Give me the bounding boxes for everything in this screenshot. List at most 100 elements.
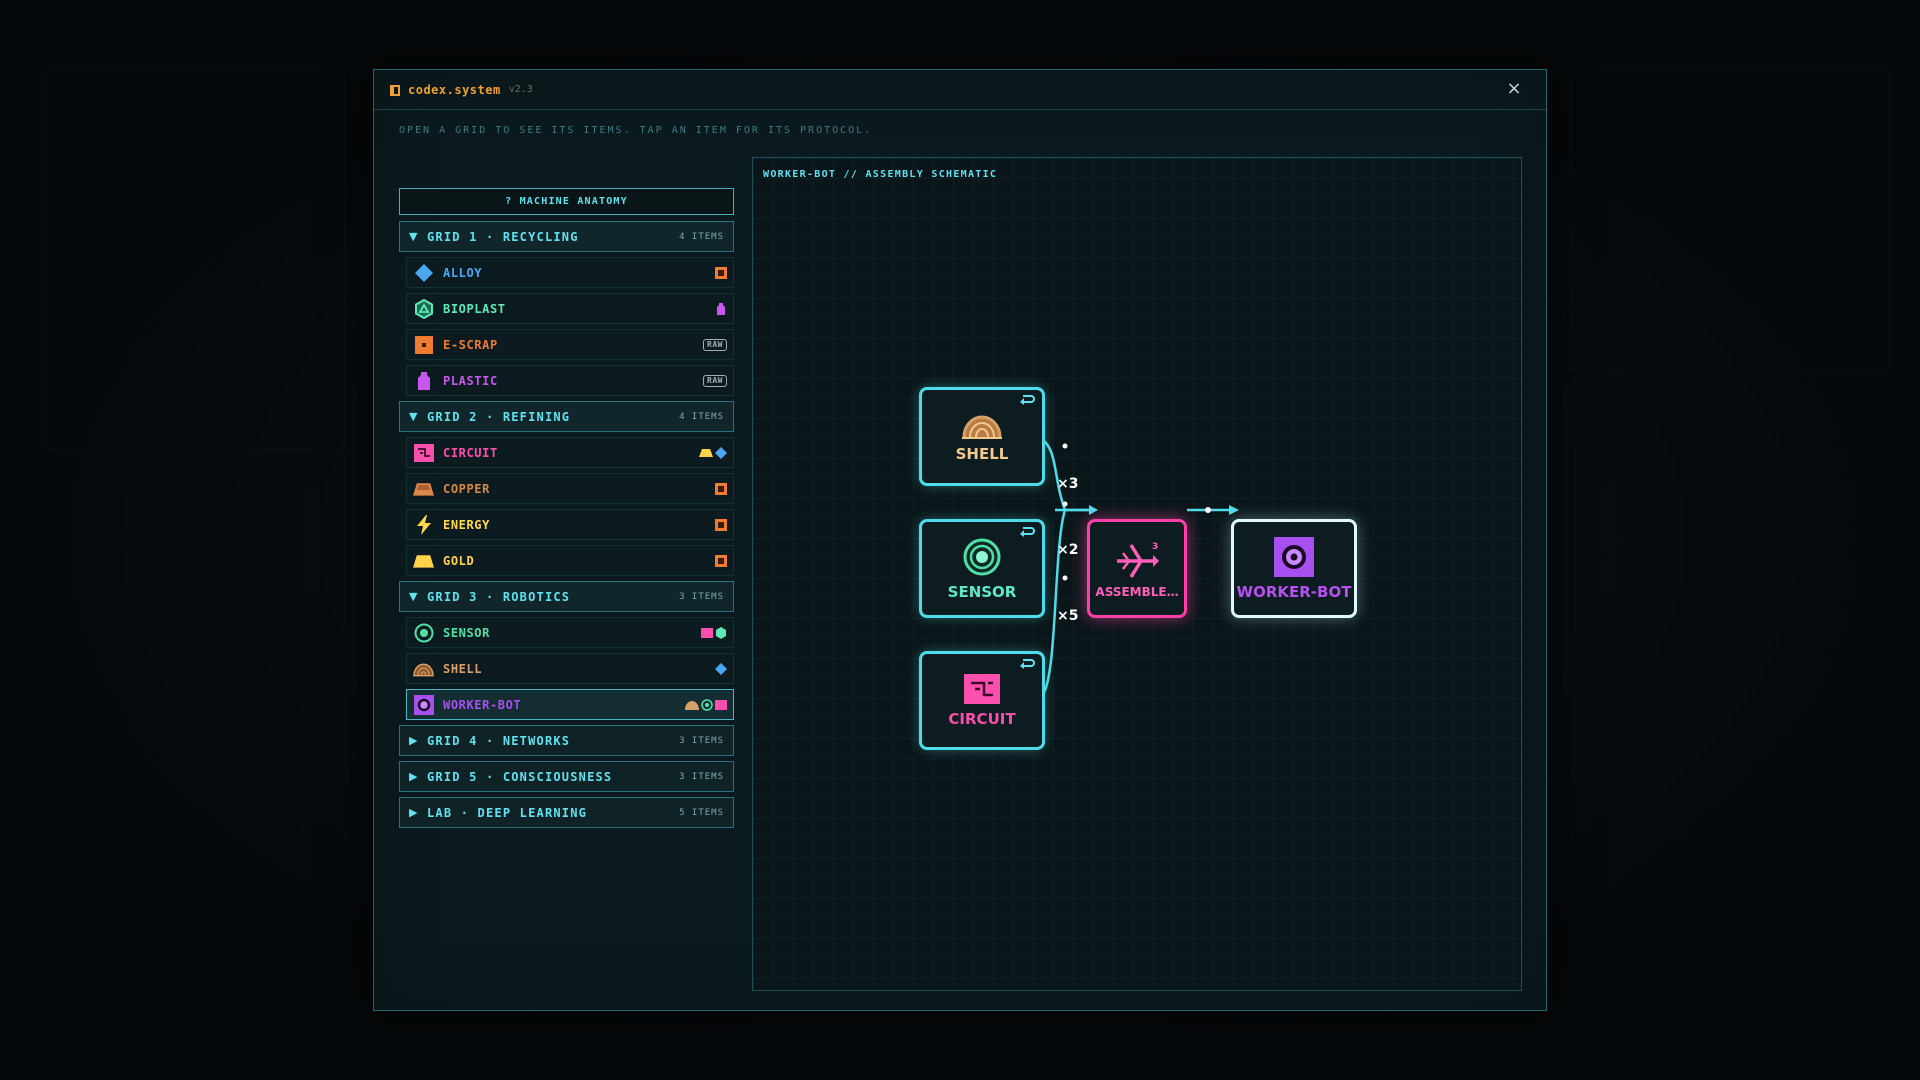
node-sensor[interactable]: SENSOR	[919, 519, 1045, 618]
shell-icon	[413, 658, 434, 679]
bolt-icon	[413, 514, 434, 535]
grid-header-1[interactable]: ▼ GRID 1 · RECYCLING 4 ITEMS	[399, 221, 734, 252]
grid-sidebar: ? MACHINE ANATOMY ▼ GRID 1 · RECYCLING 4 I…	[399, 188, 734, 833]
grid-header-4[interactable]: ▶ GRID 4 · NETWORKS 3 ITEMS	[399, 725, 734, 756]
junction-dot	[1062, 575, 1068, 581]
grid-title: GRID 3 · ROBOTICS	[427, 589, 571, 604]
junction-dot	[1205, 507, 1211, 513]
item-gold[interactable]: GOLD	[406, 545, 734, 576]
caret-right-icon: ▶	[409, 770, 419, 783]
alloy-tag-icon	[715, 446, 727, 459]
sensor-icon	[413, 622, 434, 643]
item-ingredient-tags	[699, 446, 727, 459]
item-ingredient-tags	[715, 302, 727, 315]
grid-header-5[interactable]: ▶ GRID 5 · CONSCIOUSNESS 3 ITEMS	[399, 761, 734, 792]
item-bioplast[interactable]: BIOPLAST	[406, 293, 734, 324]
grid-header-2[interactable]: ▼ GRID 2 · REFINING 4 ITEMS	[399, 401, 734, 432]
grid-item-count: 3 ITEMS	[679, 591, 724, 602]
e-scrap-tag-icon	[715, 518, 727, 531]
item-ingredient-tags	[715, 554, 727, 567]
node-assembler[interactable]: 3 ASSEMBLE…	[1087, 519, 1187, 618]
grid-item-count: 3 ITEMS	[679, 771, 724, 782]
node-label: SHELL	[955, 444, 1009, 463]
item-shell[interactable]: SHELL	[406, 653, 734, 684]
item-label: E-SCRAP	[443, 337, 498, 352]
node-circuit[interactable]: CIRCUIT	[919, 651, 1045, 750]
recycle-icon	[1020, 659, 1035, 669]
item-circuit[interactable]: CIRCUIT	[406, 437, 734, 468]
caret-down-icon: ▼	[409, 410, 419, 423]
item-label: SENSOR	[443, 625, 490, 640]
caret-down-icon: ▼	[409, 230, 419, 243]
junction-dot	[1062, 443, 1068, 449]
junction-dot	[1062, 501, 1068, 507]
window-header: codex.system v2.3 ×	[374, 70, 1546, 110]
grid-item-count: 4 ITEMS	[679, 411, 724, 422]
item-ingredient-tags	[685, 698, 727, 711]
item-ingredient-tags: RAW	[703, 374, 727, 387]
grid-title: GRID 5 · CONSCIOUSNESS	[427, 769, 613, 784]
e-scrap-tag-icon	[715, 482, 727, 495]
caret-right-icon: ▶	[409, 734, 419, 747]
grid-title: GRID 4 · NETWORKS	[427, 733, 571, 748]
node-label: CIRCUIT	[948, 709, 1016, 728]
window-version: v2.3	[508, 84, 533, 95]
gold-bar-icon	[413, 550, 434, 571]
item-sensor[interactable]: SENSOR	[406, 617, 734, 648]
arrow-head-icon	[1089, 505, 1098, 515]
background-panel	[1570, 70, 1890, 370]
chip-icon	[413, 334, 434, 355]
e-scrap-tag-icon	[715, 554, 727, 567]
item-ingredient-tags	[701, 626, 727, 639]
grid-item-count: 5 ITEMS	[679, 807, 724, 818]
item-energy[interactable]: ENERGY	[406, 509, 734, 540]
assembler-icon: 3	[1117, 542, 1159, 578]
node-shell[interactable]: SHELL	[919, 387, 1045, 486]
grid-title: LAB · DEEP LEARNING	[427, 805, 588, 820]
node-label: ASSEMBLE…	[1095, 584, 1179, 599]
item-plastic[interactable]: PLASTIC RAW	[406, 365, 734, 396]
bioplast-tag-icon	[716, 626, 726, 639]
grid-item-count: 4 ITEMS	[679, 231, 724, 242]
close-icon: ×	[1506, 78, 1522, 99]
grid-item-count: 3 ITEMS	[679, 735, 724, 746]
circuit-icon	[413, 442, 434, 463]
assembler-level: 3	[1152, 542, 1158, 552]
bot-icon	[413, 694, 434, 715]
instructions-text: OPEN A GRID TO SEE ITS ITEMS. TAP AN ITE…	[399, 125, 873, 136]
grid-header-3[interactable]: ▼ GRID 3 · ROBOTICS 3 ITEMS	[399, 581, 734, 612]
e-scrap-tag-icon	[715, 266, 727, 279]
item-worker-bot[interactable]: WORKER-BOT	[406, 689, 734, 720]
hexagon-icon	[413, 298, 434, 319]
item-alloy[interactable]: ALLOY	[406, 257, 734, 288]
diamond-icon	[413, 262, 434, 283]
grid-header-6[interactable]: ▶ LAB · DEEP LEARNING 5 ITEMS	[399, 797, 734, 828]
raw-tag: RAW	[703, 374, 727, 387]
book-icon	[390, 84, 400, 96]
recycle-icon	[1020, 395, 1035, 405]
item-label: ALLOY	[443, 265, 483, 280]
window-title: codex.system	[408, 82, 501, 97]
item-e-scrap[interactable]: E-SCRAP RAW	[406, 329, 734, 360]
item-ingredient-tags	[715, 518, 727, 531]
item-label: GOLD	[443, 553, 475, 568]
close-button[interactable]: ×	[1504, 79, 1524, 99]
quantity-label: ×2	[1057, 542, 1079, 558]
item-label: PLASTIC	[443, 373, 498, 388]
node-label: WORKER-BOT	[1236, 582, 1352, 601]
sensor-tag-icon	[701, 698, 713, 711]
arrow-head-icon	[1229, 505, 1239, 515]
circuit-tag-icon	[715, 699, 727, 710]
bot-icon	[1274, 536, 1314, 577]
recycle-icon	[1020, 527, 1035, 537]
raw-tag: RAW	[703, 338, 727, 351]
machine-anatomy-label: ? MACHINE ANATOMY	[505, 196, 628, 207]
item-copper[interactable]: COPPER	[406, 473, 734, 504]
item-ingredient-tags: RAW	[703, 338, 727, 351]
node-worker-bot[interactable]: WORKER-BOT	[1231, 519, 1357, 618]
grid-title: GRID 1 · RECYCLING	[427, 229, 579, 244]
shell-tag-icon	[685, 700, 699, 710]
item-ingredient-tags	[715, 662, 727, 675]
item-label: BIOPLAST	[443, 301, 506, 316]
machine-anatomy-button[interactable]: ? MACHINE ANATOMY	[399, 188, 734, 215]
